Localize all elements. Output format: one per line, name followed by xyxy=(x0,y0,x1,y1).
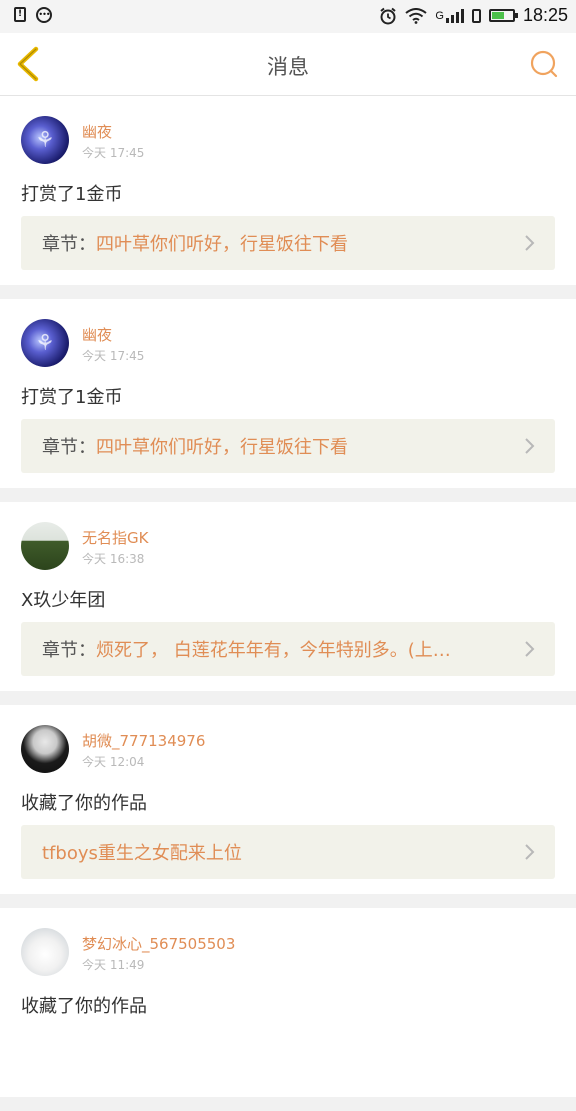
avatar-art-icon: ⚘ xyxy=(35,127,55,153)
chapter-prefix: 章节： xyxy=(42,234,96,255)
avatar[interactable] xyxy=(21,928,69,976)
nav-bar: 消息 xyxy=(0,33,576,96)
chevron-right-icon xyxy=(525,235,535,251)
message-card: ⚘ 幽夜 今天 17:45 打赏了1金币 章节： 四叶草你们听好，行星饭往下看 xyxy=(0,299,576,488)
message-action: 收藏了你的作品 xyxy=(21,793,147,814)
signal-strength-icon xyxy=(445,8,464,23)
avatar-art-icon: ⚘ xyxy=(35,330,55,356)
work-link[interactable]: tfboys重生之女配来上位 xyxy=(21,825,555,879)
message-time: 今天 17:45 xyxy=(82,146,145,160)
search-button[interactable] xyxy=(528,48,560,80)
message-list[interactable]: ⚘ 幽夜 今天 17:45 打赏了1金币 章节： 四叶草你们听好，行星饭往下看 ⚘… xyxy=(0,96,576,1111)
chapter-title: 四叶草你们听好，行星饭往下看 xyxy=(96,437,348,458)
avatar[interactable]: ⚘ xyxy=(21,319,69,367)
chapter-title: 四叶草你们听好，行星饭往下看 xyxy=(96,234,348,255)
username-link[interactable]: 幽夜 xyxy=(82,121,112,142)
chapter-prefix: 章节： xyxy=(42,437,96,458)
chapter-prefix: 章节： xyxy=(42,640,96,661)
more-dots-icon: ••• xyxy=(36,7,52,23)
chevron-right-icon xyxy=(525,438,535,454)
message-time: 今天 17:45 xyxy=(82,349,145,363)
message-action: 打赏了1金币 xyxy=(21,184,123,205)
message-time: 今天 12:04 xyxy=(82,755,145,769)
message-card: ⚘ 幽夜 今天 17:45 打赏了1金币 章节： 四叶草你们听好，行星饭往下看 xyxy=(0,96,576,285)
sim-card-icon xyxy=(471,8,481,23)
battery-level xyxy=(491,12,505,19)
username-link[interactable]: 幽夜 xyxy=(82,324,112,345)
chapter-title: 烦死了， 白莲花年年有，今年特别多。(上… xyxy=(96,640,451,661)
work-title: tfboys重生之女配来上位 xyxy=(42,843,242,864)
status-bar: ! ••• G 18:25 xyxy=(0,0,576,33)
message-action: 收藏了你的作品 xyxy=(21,996,147,1017)
avatar[interactable] xyxy=(21,522,69,570)
chapter-link[interactable]: 章节： 烦死了， 白莲花年年有，今年特别多。(上… xyxy=(21,622,555,676)
chapter-link[interactable]: 章节： 四叶草你们听好，行星饭往下看 xyxy=(21,216,555,270)
wifi-icon xyxy=(405,7,428,24)
avatar[interactable]: ⚘ xyxy=(21,116,69,164)
message-card: 梦幻冰心_567505503 今天 11:49 收藏了你的作品 xyxy=(0,908,576,1097)
status-left-icons: ! ••• xyxy=(14,7,52,23)
message-action: 打赏了1金币 xyxy=(21,387,123,408)
avatar[interactable] xyxy=(21,725,69,773)
message-action: X玖少年团 xyxy=(21,590,106,611)
message-card: 无名指GK 今天 16:38 X玖少年团 章节： 烦死了， 白莲花年年有，今年特别… xyxy=(0,502,576,691)
chevron-right-icon xyxy=(525,844,535,860)
message-time: 今天 11:49 xyxy=(82,958,145,972)
chevron-right-icon xyxy=(525,641,535,657)
alert-notification-icon: ! xyxy=(14,7,26,22)
status-time: 18:25 xyxy=(522,5,568,25)
username-link[interactable]: 胡微_777134976 xyxy=(82,730,205,751)
page-title: 消息 xyxy=(267,55,309,79)
network-type-label: G xyxy=(435,9,444,22)
message-card: 胡微_777134976 今天 12:04 收藏了你的作品 tfboys重生之女… xyxy=(0,705,576,894)
alarm-clock-icon xyxy=(380,7,397,24)
message-time: 今天 16:38 xyxy=(82,552,145,566)
username-link[interactable]: 无名指GK xyxy=(82,527,148,548)
status-right-icons: G 18:25 xyxy=(379,5,568,26)
chapter-link[interactable]: 章节： 四叶草你们听好，行星饭往下看 xyxy=(21,419,555,473)
search-icon xyxy=(530,50,558,78)
battery-icon xyxy=(488,9,518,22)
username-link[interactable]: 梦幻冰心_567505503 xyxy=(82,933,235,954)
